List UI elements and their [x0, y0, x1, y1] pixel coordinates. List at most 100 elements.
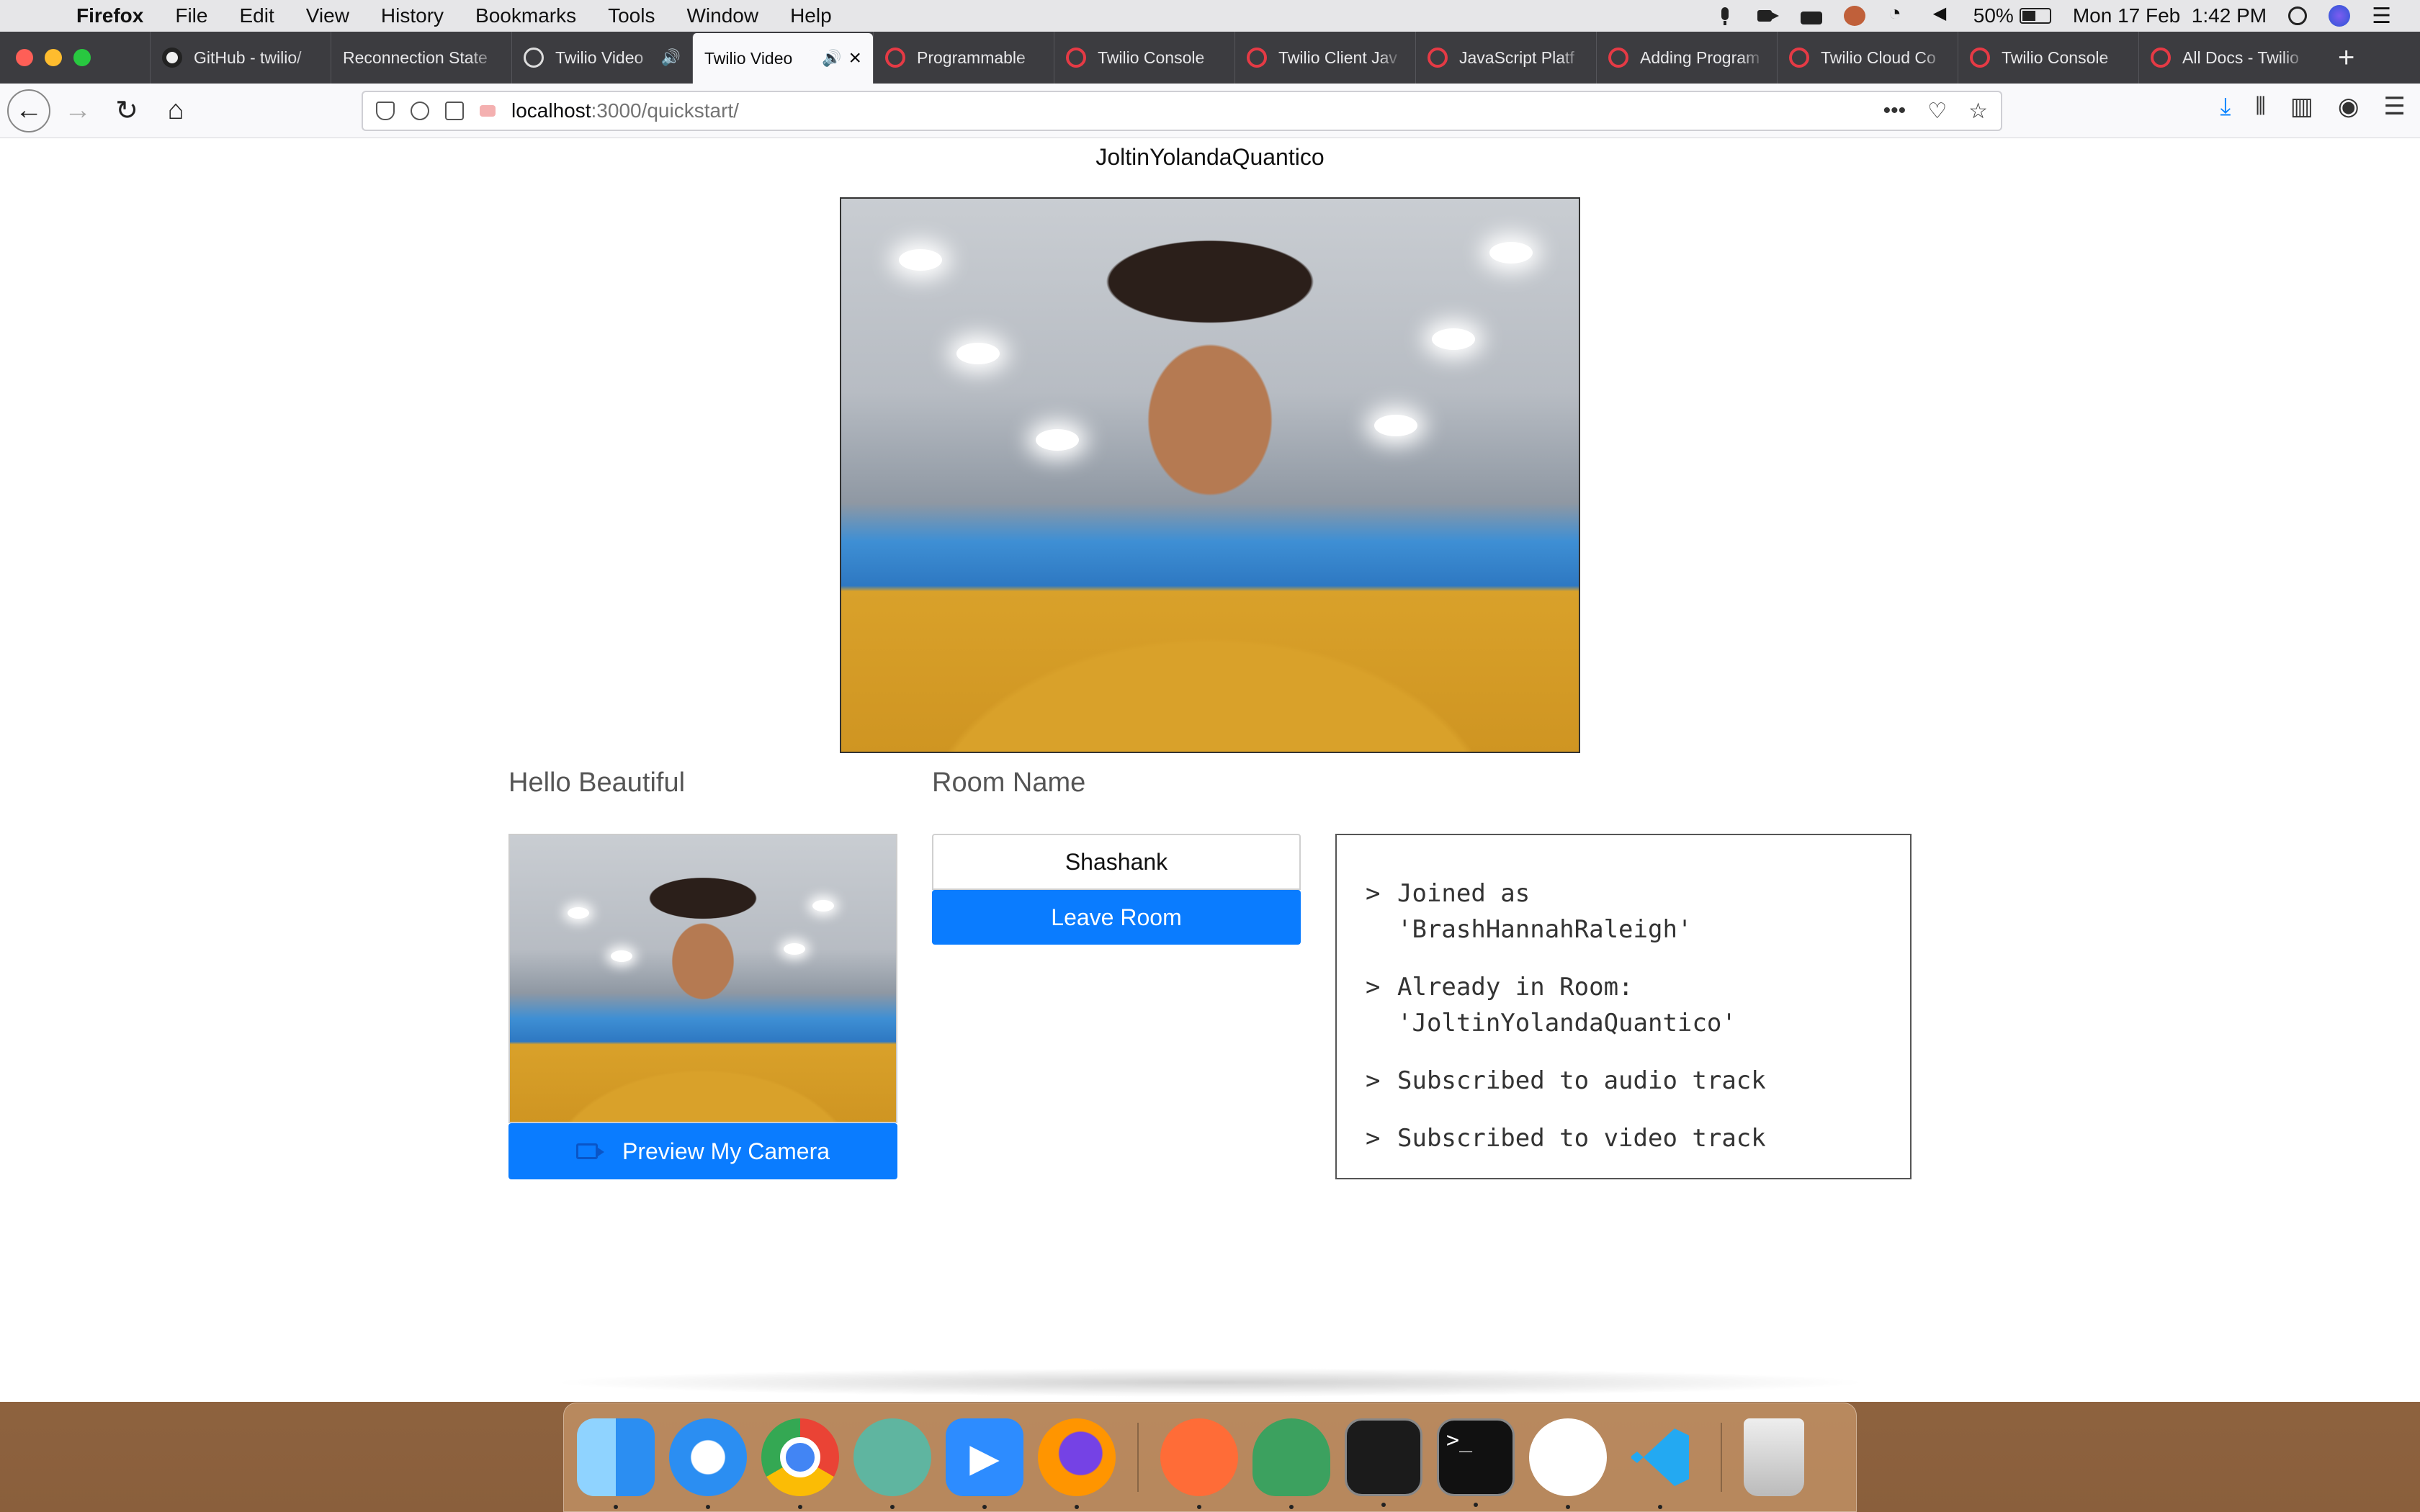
firefox-icon[interactable]	[1038, 1418, 1116, 1509]
battery-indicator[interactable]: 50%	[1973, 4, 2051, 27]
log-text: Subscribed to video track	[1397, 1124, 1766, 1153]
page-viewport: JoltinYolandaQuantico Hello Beautiful Ro…	[0, 138, 2420, 1402]
sidebar-icon[interactable]: ▥	[2290, 92, 2313, 121]
camera-icon[interactable]	[1757, 6, 1779, 26]
menu-help[interactable]: Help	[790, 4, 832, 27]
page-actions-icon[interactable]: •••	[1883, 99, 1906, 123]
twilio-icon	[1789, 48, 1809, 68]
finder-icon[interactable]	[577, 1418, 655, 1509]
browser-tab[interactable]: Adding Program	[1596, 32, 1777, 84]
permissions-icon[interactable]	[445, 102, 464, 120]
browser-tab[interactable]: Twilio Console	[1958, 32, 2138, 84]
microphone-icon[interactable]	[1714, 6, 1736, 26]
battery-fill	[2022, 11, 2035, 21]
tab-label: Programmable	[917, 48, 1026, 67]
rocket-icon[interactable]	[1252, 1418, 1330, 1509]
menu-view[interactable]: View	[306, 4, 349, 27]
menu-edit[interactable]: Edit	[239, 4, 274, 27]
bookmark-star-icon[interactable]: ☆	[1968, 99, 1988, 124]
atom-icon[interactable]	[853, 1418, 931, 1509]
room-name-input[interactable]	[932, 834, 1301, 890]
tabs-container: GitHub - twilio/Reconnection State Twilio…	[150, 32, 2319, 84]
url-path: :3000/quickstart/	[591, 99, 739, 122]
tab-audio-icon[interactable]: 🔊	[822, 49, 841, 68]
forward-button[interactable]: →	[56, 89, 99, 132]
tab-label: Adding Program	[1640, 48, 1760, 67]
wifi-icon[interactable]	[1887, 1, 1909, 26]
postman-icon[interactable]	[1160, 1418, 1238, 1509]
zoom-icon[interactable]: ▶	[946, 1418, 1023, 1509]
home-button[interactable]: ⌂	[154, 89, 197, 132]
browser-tab[interactable]: Reconnection State	[331, 32, 511, 84]
twilio-icon	[1066, 48, 1086, 68]
menu-history[interactable]: History	[381, 4, 444, 27]
safari-icon[interactable]	[669, 1418, 747, 1509]
browser-tab[interactable]: Twilio Client Jav	[1234, 32, 1415, 84]
local-video-preview	[508, 834, 897, 1123]
preview-camera-button[interactable]: Preview My Camera	[508, 1123, 897, 1179]
chrome-icon[interactable]	[761, 1418, 839, 1509]
tab-label: All Docs - Twilio	[2182, 48, 2299, 67]
slack-icon[interactable]	[1529, 1418, 1607, 1509]
app-status-icon[interactable]	[1843, 6, 1865, 26]
menubar-clock[interactable]: Mon 17 Feb 1:42 PM	[2073, 4, 2267, 27]
url-bar[interactable]: localhost:3000/quickstart/ ••• ♡ ☆	[362, 91, 2002, 131]
library-icon[interactable]: ⫴	[2255, 93, 2265, 121]
volume-icon[interactable]	[1930, 3, 1952, 26]
tab-audio-icon[interactable]: 🔊	[661, 48, 681, 67]
siri-icon[interactable]	[2329, 5, 2351, 27]
menu-bookmarks[interactable]: Bookmarks	[475, 4, 576, 27]
remote-participant-name: JoltinYolandaQuantico	[1095, 144, 1325, 170]
tab-label: Twilio Client Jav	[1278, 48, 1397, 67]
browser-tab[interactable]: All Docs - Twilio	[2138, 32, 2319, 84]
camera-sharing-icon[interactable]	[480, 105, 496, 117]
log-entries: > Joined as 'BrashHannahRaleigh' > Already …	[1366, 854, 1881, 1156]
hamburger-menu-icon[interactable]: ☰	[2384, 92, 2406, 121]
browser-tab[interactable]: Twilio Cloud Co	[1777, 32, 1958, 84]
leave-room-button[interactable]: Leave Room	[932, 890, 1301, 945]
close-tab-icon[interactable]: ×	[848, 46, 861, 71]
minimize-window-button[interactable]	[45, 49, 62, 66]
dock-running-indicator	[1566, 1505, 1570, 1509]
globe-icon	[524, 48, 544, 68]
browser-tab[interactable]: Twilio Console	[1054, 32, 1234, 84]
account-icon[interactable]: ◉	[2338, 92, 2360, 121]
macos-menubar: Firefox File Edit View History Bookmarks…	[0, 0, 2420, 32]
close-window-button[interactable]	[16, 49, 33, 66]
tab-label: GitHub - twilio/	[194, 48, 302, 67]
log-text: Subscribed to audio track	[1397, 1066, 1766, 1095]
battery-icon	[2019, 8, 2051, 24]
twilio-icon	[885, 48, 905, 68]
menu-tools[interactable]: Tools	[608, 4, 655, 27]
log-caret: >	[1366, 879, 1381, 908]
battery-percent: 50%	[1973, 4, 2014, 27]
spotlight-search-icon[interactable]	[2288, 6, 2308, 25]
browser-tab[interactable]: GitHub - twilio/	[150, 32, 331, 84]
site-info-icon[interactable]	[411, 102, 429, 120]
tracking-protection-icon[interactable]	[376, 102, 395, 120]
browser-tab[interactable]: Programmable	[873, 32, 1054, 84]
tab-label: Twilio Video	[704, 48, 793, 68]
log-caret: >	[1366, 1124, 1381, 1153]
browser-tab[interactable]: JavaScript Platf	[1415, 32, 1596, 84]
back-button[interactable]: ←	[7, 89, 50, 132]
docker-icon[interactable]	[1800, 12, 1822, 24]
menu-window[interactable]: Window	[686, 4, 758, 27]
menu-file[interactable]: File	[175, 4, 207, 27]
reload-button[interactable]: ↻	[105, 89, 148, 132]
dock-shadow	[547, 1368, 1873, 1397]
activity-monitor-icon[interactable]	[1345, 1418, 1422, 1507]
log-caret: >	[1366, 973, 1381, 1002]
vscode-icon[interactable]	[1621, 1418, 1699, 1509]
log-panel[interactable]: > Joined as 'BrashHannahRaleigh' > Already …	[1335, 834, 1912, 1179]
new-tab-button[interactable]: +	[2319, 32, 2354, 84]
downloads-icon[interactable]: ⤓	[2220, 93, 2231, 121]
pocket-icon[interactable]: ♡	[1927, 99, 1947, 124]
trash-icon[interactable]	[1744, 1418, 1804, 1496]
browser-tab[interactable]: Twilio Video 🔊 ×	[692, 33, 873, 84]
zoom-window-button[interactable]	[73, 49, 91, 66]
notification-center-icon[interactable]	[2372, 4, 2391, 29]
browser-tab[interactable]: Twilio Video 🔊	[511, 32, 692, 84]
terminal-icon[interactable]: >_	[1437, 1418, 1515, 1507]
menu-app-name[interactable]: Firefox	[76, 4, 143, 27]
